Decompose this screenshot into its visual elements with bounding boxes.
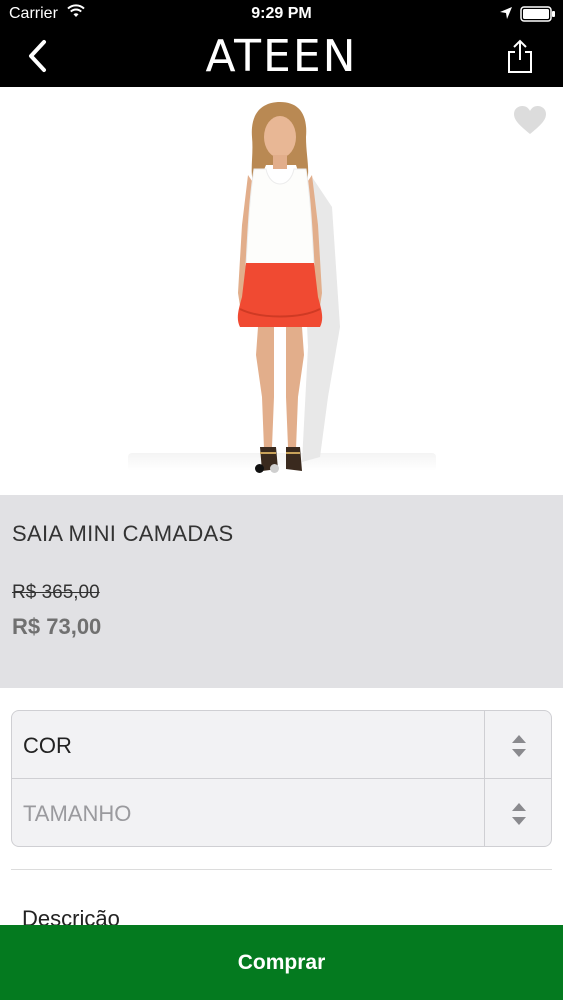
divider [11, 869, 552, 870]
buy-button[interactable]: Comprar [0, 925, 563, 1000]
up-down-arrows-icon[interactable] [510, 733, 528, 759]
product-gallery[interactable] [0, 87, 563, 495]
old-price: R$ 365,00 [12, 582, 100, 603]
size-select[interactable]: TAMANHO [12, 779, 551, 846]
divider [484, 779, 485, 846]
heart-icon[interactable] [513, 105, 547, 135]
product-photo [237, 102, 340, 471]
divider [484, 711, 485, 779]
product-name: SAIA MINI CAMADAS [12, 521, 234, 546]
share-icon[interactable] [505, 38, 535, 74]
battery-icon [520, 6, 555, 22]
color-select[interactable]: COR [12, 711, 551, 779]
status-bar: Carrier 9:29 PM [0, 0, 563, 30]
up-down-arrows-icon[interactable] [510, 801, 528, 827]
sale-price: R$ 73,00 [12, 614, 102, 639]
size-select-label: TAMANHO [23, 801, 132, 826]
page-dot-active[interactable] [255, 464, 264, 473]
option-selectors: COR TAMANHO [11, 710, 552, 847]
location-icon [500, 7, 512, 19]
page-dot[interactable] [270, 464, 279, 473]
color-select-label: COR [23, 733, 72, 758]
header: Carrier 9:29 PM ATEEN [0, 0, 563, 87]
gallery-pagination[interactable] [255, 464, 279, 474]
brand-logo: ATEEN [205, 31, 358, 82]
product-info: SAIA MINI CAMADAS R$ 365,00 R$ 73,00 [0, 495, 563, 688]
clock: 9:29 PM [251, 5, 312, 22]
